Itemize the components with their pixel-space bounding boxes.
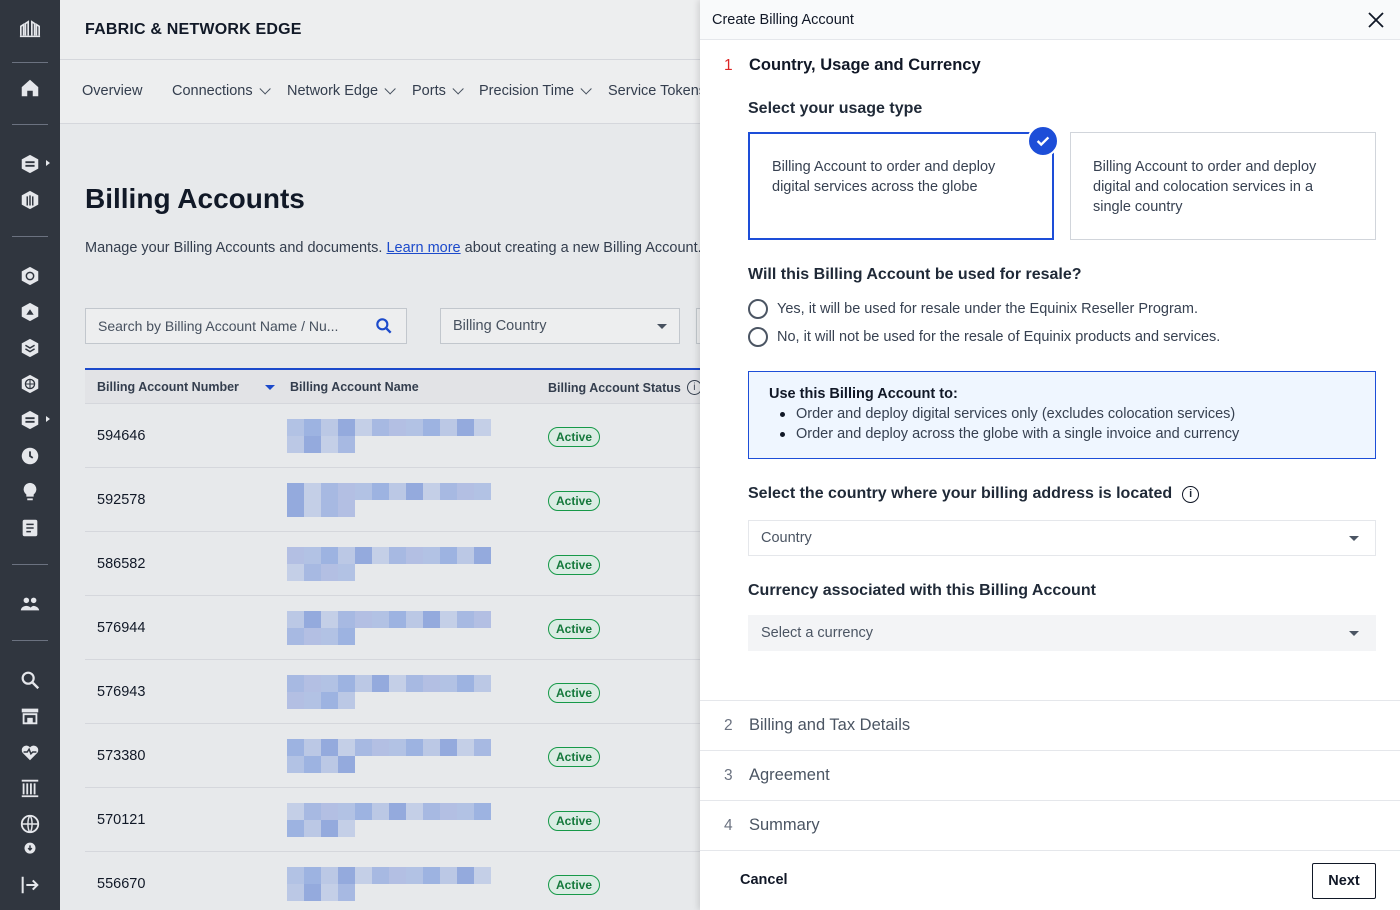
clock-icon[interactable]: [18, 444, 42, 468]
step-3-accordion[interactable]: 3 Agreement: [700, 750, 1400, 800]
caret-down-icon: [1349, 535, 1359, 541]
radio-button[interactable]: [748, 327, 768, 347]
currency-title: Currency associated with this Billing Ac…: [748, 582, 1096, 599]
layers-icon[interactable]: [18, 152, 42, 176]
cancel-button[interactable]: Cancel: [740, 872, 788, 888]
next-button[interactable]: Next: [1312, 863, 1376, 899]
radio-button[interactable]: [748, 299, 768, 319]
equinix-logo-icon[interactable]: [18, 18, 42, 42]
currency-select[interactable]: Select a currency: [748, 615, 1376, 651]
step-4-accordion[interactable]: 4 Summary: [700, 800, 1400, 850]
left-nav-rail: [0, 0, 60, 910]
search-nav-icon[interactable]: [18, 668, 42, 692]
usage-option-global[interactable]: Billing Account to order and deploy digi…: [748, 132, 1054, 240]
country-title: Select the country where your billing ad…: [748, 485, 1200, 503]
info-item: Order and deploy digital services only (…: [769, 404, 1355, 424]
marketplace-icon[interactable]: [18, 704, 42, 728]
step-1-label: Country, Usage and Currency: [749, 56, 981, 74]
globe-hex-icon[interactable]: [18, 372, 42, 396]
resale-title: Will this Billing Account be used for re…: [748, 266, 1082, 283]
usage-option-single-country[interactable]: Billing Account to order and deploy digi…: [1070, 132, 1376, 240]
fabric-icon[interactable]: [18, 188, 42, 212]
download-icon[interactable]: [18, 838, 42, 862]
modal-backdrop[interactable]: [60, 0, 760, 910]
step-1-number: 1: [724, 57, 733, 74]
checkmark-icon: [1027, 125, 1059, 157]
country-select[interactable]: Country: [748, 520, 1376, 556]
drawer-title: Create Billing Account: [712, 12, 854, 28]
columns-icon[interactable]: [18, 776, 42, 800]
stack-icon[interactable]: [18, 336, 42, 360]
home-icon[interactable]: [18, 76, 42, 100]
caret-down-icon: [1349, 630, 1359, 636]
drawer-header: Create Billing Account: [700, 0, 1400, 40]
network-icon[interactable]: [18, 264, 42, 288]
close-icon[interactable]: [1366, 10, 1386, 30]
connections-icon[interactable]: [18, 300, 42, 324]
create-billing-account-drawer: Create Billing Account 1 Country, Usage …: [700, 0, 1400, 910]
info-item: Order and deploy across the globe with a…: [769, 424, 1355, 444]
logout-icon[interactable]: [18, 873, 42, 897]
edge-icon[interactable]: [18, 408, 42, 432]
resale-yes-radio[interactable]: Yes, it will be used for resale under th…: [748, 299, 1198, 319]
book-icon[interactable]: [18, 516, 42, 540]
lightbulb-icon[interactable]: [18, 480, 42, 504]
globe-icon[interactable]: [18, 812, 42, 836]
resale-no-radio[interactable]: No, it will not be used for the resale o…: [748, 327, 1220, 347]
step-2-accordion[interactable]: 2 Billing and Tax Details: [700, 700, 1400, 750]
health-icon[interactable]: [18, 740, 42, 764]
drawer-footer: Cancel Next: [700, 850, 1400, 910]
users-icon[interactable]: [18, 592, 42, 616]
info-icon[interactable]: i: [1182, 485, 1200, 503]
usage-info-box: Use this Billing Account to: Order and d…: [748, 371, 1376, 459]
usage-type-title: Select your usage type: [748, 100, 923, 117]
